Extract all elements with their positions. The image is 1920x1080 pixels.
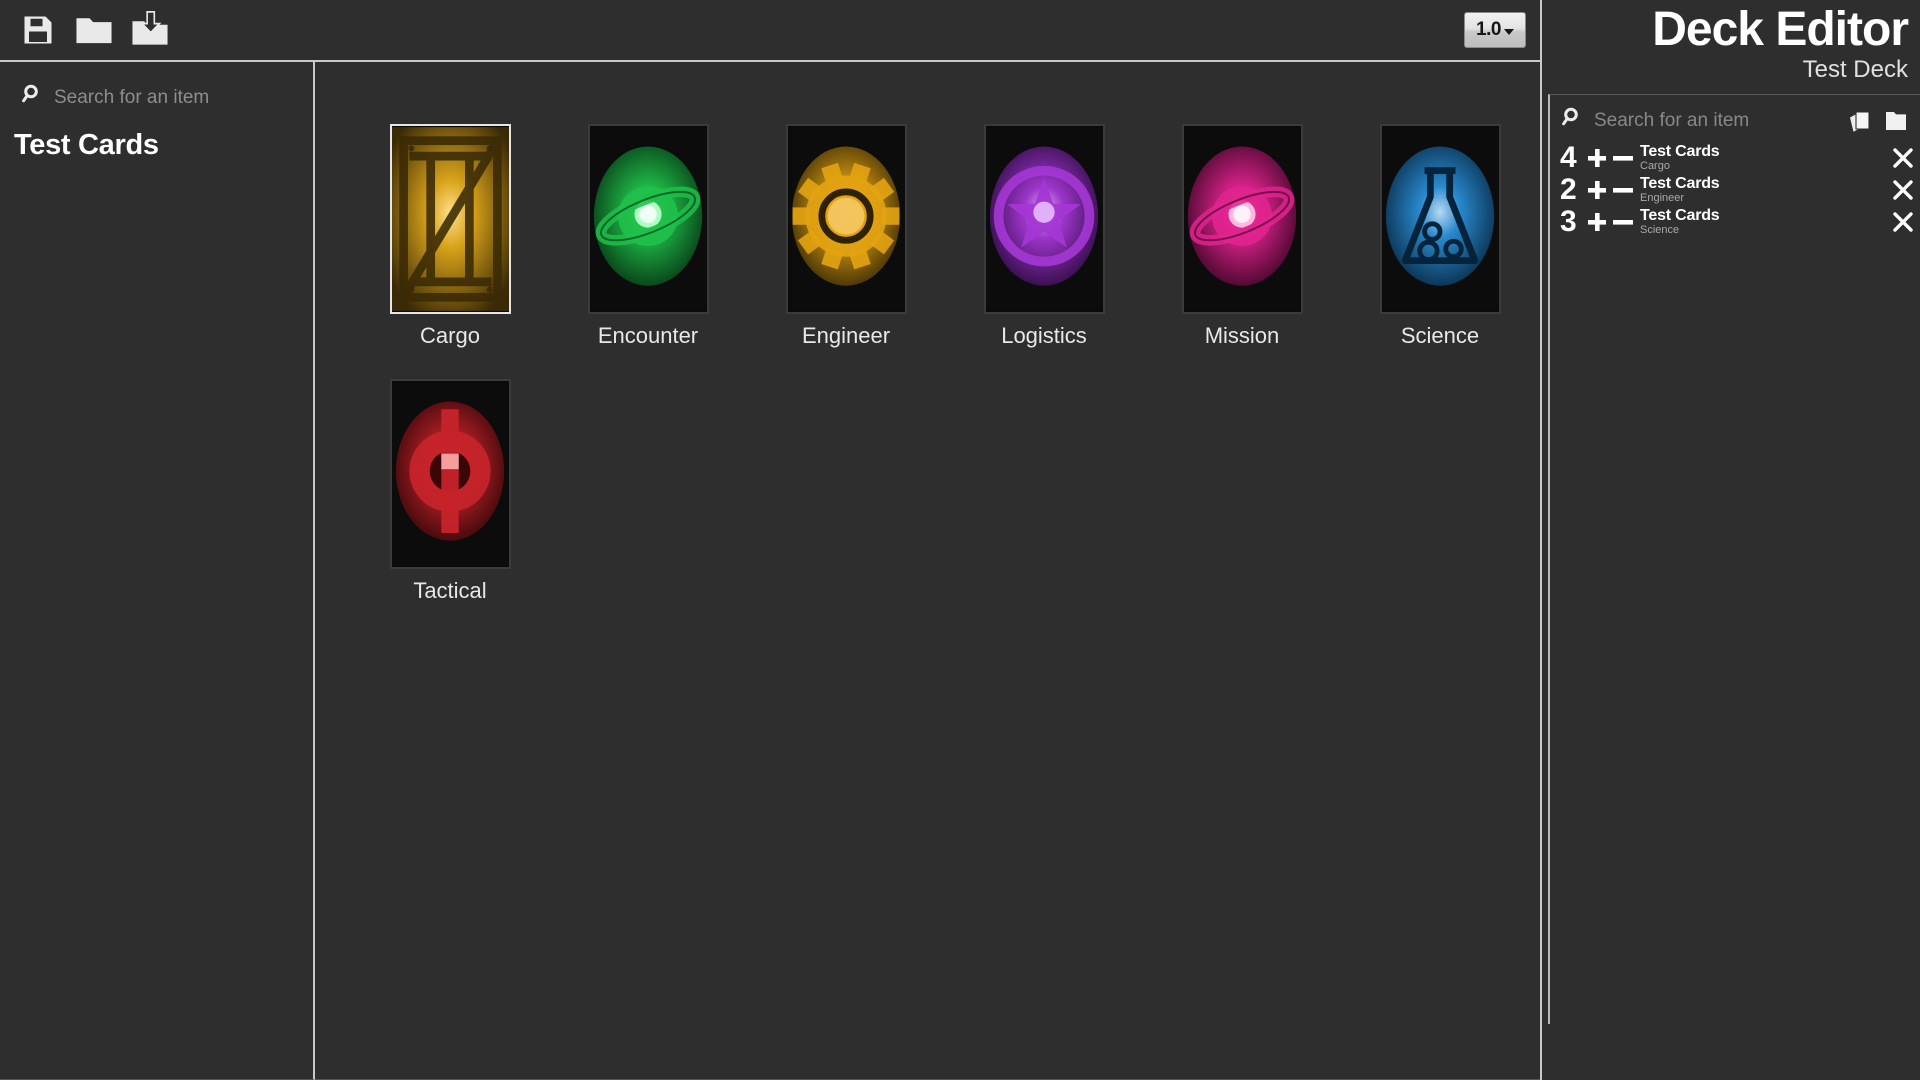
card-thumbnail[interactable] bbox=[389, 124, 511, 314]
deck-entry-labels: Test Cards Cargo bbox=[1636, 144, 1886, 172]
deck-search-input[interactable]: Search for an item bbox=[1550, 101, 1920, 138]
deck-editor-panel: Deck Editor Test Deck Search for an item bbox=[1540, 0, 1920, 1080]
deck-entry-name: Test Cards bbox=[1640, 175, 1720, 192]
chevron-down-icon bbox=[1503, 29, 1514, 35]
page-title: Deck Editor bbox=[1652, 3, 1909, 56]
open-folder-button[interactable] bbox=[66, 3, 122, 57]
remove-entry-button[interactable] bbox=[1886, 210, 1920, 234]
flask-icon bbox=[1381, 126, 1499, 312]
card-item[interactable]: Logistics bbox=[945, 124, 1143, 349]
import-icon bbox=[131, 11, 169, 49]
deck-entry-row: 4 Test Cards Cargo bbox=[1550, 142, 1920, 174]
card-label: Science bbox=[1400, 323, 1480, 348]
folder-icon[interactable] bbox=[1884, 109, 1908, 133]
card-item[interactable]: Mission bbox=[1143, 124, 1341, 349]
increment-button[interactable] bbox=[1584, 144, 1610, 172]
star-icon bbox=[985, 126, 1103, 312]
remove-entry-button[interactable] bbox=[1886, 146, 1920, 170]
card-label: Logistics bbox=[1001, 323, 1087, 348]
card-grid: Cargo Encounter Engineer Logistics Missi… bbox=[315, 62, 1540, 1080]
toolbar: 1.0 bbox=[0, 0, 1540, 62]
crate-icon bbox=[391, 126, 509, 312]
card-label: Mission bbox=[1204, 323, 1280, 348]
deck-entry-row: 2 Test Cards Engineer bbox=[1550, 174, 1920, 206]
card-label: Cargo bbox=[420, 323, 480, 348]
card-thumbnail[interactable] bbox=[1379, 124, 1501, 314]
card-label: Tactical bbox=[413, 578, 487, 603]
deck-entry-category: Science bbox=[1640, 224, 1680, 236]
card-item[interactable]: Encounter bbox=[549, 124, 747, 349]
content-row: Search for an item Test Cards Cargo Enco… bbox=[0, 62, 1540, 1080]
main-column: 1.0 Search for an item Test Cards Cargo … bbox=[0, 0, 1540, 1080]
deck-entry-category: Engineer bbox=[1640, 192, 1685, 204]
remove-entry-button[interactable] bbox=[1886, 178, 1920, 202]
deck-name: Test Deck bbox=[1802, 56, 1908, 83]
card-item[interactable]: Cargo bbox=[351, 124, 549, 349]
planet-icon bbox=[1183, 126, 1301, 312]
deck-entry-name: Test Cards bbox=[1640, 143, 1720, 160]
deck-list-panel: Search for an item 4 Test Cards Cargo 2 … bbox=[1548, 94, 1920, 1024]
card-item[interactable]: Engineer bbox=[747, 124, 945, 349]
card-label: Encounter bbox=[597, 323, 699, 348]
decrement-button[interactable] bbox=[1610, 208, 1636, 236]
sidebar: Search for an item Test Cards bbox=[0, 62, 315, 1080]
folder-open-icon bbox=[75, 12, 113, 48]
cards-stack-icon[interactable] bbox=[1848, 109, 1874, 133]
sidebar-item-test-cards[interactable]: Test Cards bbox=[0, 115, 313, 162]
gear-icon bbox=[787, 126, 905, 312]
decrement-button[interactable] bbox=[1610, 144, 1636, 172]
deck-entry-list: 4 Test Cards Cargo 2 Test Cards Engineer bbox=[1550, 142, 1920, 238]
card-thumbnail[interactable] bbox=[1181, 124, 1303, 314]
deck-search-placeholder: Search for an item bbox=[1594, 109, 1750, 131]
quantity-value: 2 bbox=[1560, 173, 1577, 206]
deck-actions bbox=[1848, 109, 1912, 133]
save-button[interactable] bbox=[10, 3, 66, 57]
card-thumbnail[interactable] bbox=[389, 379, 511, 569]
save-icon bbox=[20, 12, 56, 48]
deck-entry-name: Test Cards bbox=[1640, 207, 1720, 224]
version-label: 1.0 bbox=[1476, 19, 1501, 40]
card-item[interactable]: Tactical bbox=[351, 379, 549, 604]
deck-entry-row: 3 Test Cards Science bbox=[1550, 206, 1920, 238]
search-icon bbox=[22, 84, 44, 111]
search-icon bbox=[1562, 107, 1584, 134]
planet-icon bbox=[589, 126, 707, 312]
card-item[interactable]: Science bbox=[1341, 124, 1539, 349]
deck-entry-labels: Test Cards Engineer bbox=[1636, 176, 1886, 204]
quantity-value: 4 bbox=[1560, 141, 1577, 174]
import-button[interactable] bbox=[122, 3, 178, 57]
deck-entry-labels: Test Cards Science bbox=[1636, 208, 1886, 236]
crosshair-icon bbox=[391, 381, 509, 567]
card-thumbnail[interactable] bbox=[785, 124, 907, 314]
increment-button[interactable] bbox=[1584, 208, 1610, 236]
card-thumbnail[interactable] bbox=[587, 124, 709, 314]
deck-entry-category: Cargo bbox=[1640, 160, 1670, 172]
increment-button[interactable] bbox=[1584, 176, 1610, 204]
card-label: Engineer bbox=[801, 323, 891, 348]
deck-editor-window: 1.0 Search for an item Test Cards Cargo … bbox=[0, 0, 1920, 1080]
decrement-button[interactable] bbox=[1610, 176, 1636, 204]
card-thumbnail[interactable] bbox=[983, 124, 1105, 314]
version-dropdown[interactable]: 1.0 bbox=[1464, 12, 1526, 48]
search-placeholder: Search for an item bbox=[54, 86, 210, 108]
search-input[interactable]: Search for an item bbox=[0, 78, 313, 115]
quantity-value: 3 bbox=[1560, 205, 1577, 238]
